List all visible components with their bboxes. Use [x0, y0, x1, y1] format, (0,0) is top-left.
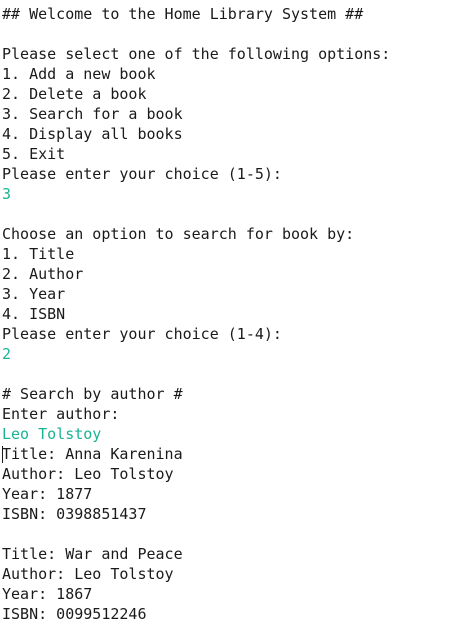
console-line: 3. Search for a book: [2, 105, 183, 123]
console-line: 1. Add a new book: [2, 65, 156, 83]
console-line: 4. ISBN: [2, 305, 66, 323]
console-line: Author: Leo Tolstoy: [2, 565, 174, 583]
console-line: ISBN: 0398851437: [2, 505, 147, 523]
console-line: 1. Title: [2, 245, 75, 263]
console-line: Please enter your choice (1-4):: [2, 325, 282, 343]
console-line: 3. Year: [2, 285, 66, 303]
console-line: Title: Anna Karenina: [2, 445, 183, 463]
user-input-line: 3: [2, 185, 12, 203]
console-line: Year: 1877: [2, 485, 93, 503]
console-line: Title: War and Peace: [2, 545, 183, 563]
console-line: Author: Leo Tolstoy: [2, 465, 174, 483]
console-line: 2. Delete a book: [2, 85, 147, 103]
console-line: ## Welcome to the Home Library System ##: [2, 5, 364, 23]
console-line: Year: 1867: [2, 585, 93, 603]
console-line: 4. Display all books: [2, 125, 183, 143]
user-input-line: Leo Tolstoy: [2, 425, 102, 443]
console-line: 5. Exit: [2, 145, 66, 163]
console-line: Enter author:: [2, 405, 120, 423]
console-line: 2. Author: [2, 265, 84, 283]
console-output[interactable]: ## Welcome to the Home Library System ##…: [2, 4, 454, 624]
text-cursor: [2, 446, 3, 463]
console-line: Choose an option to search for book by:: [2, 225, 355, 243]
console-line: ISBN: 0099512246: [2, 605, 147, 623]
user-input-line: 2: [2, 345, 12, 363]
console-line: # Search by author #: [2, 385, 183, 403]
console-line: Please select one of the following optio…: [2, 45, 391, 63]
console-line: Please enter your choice (1-5):: [2, 165, 282, 183]
